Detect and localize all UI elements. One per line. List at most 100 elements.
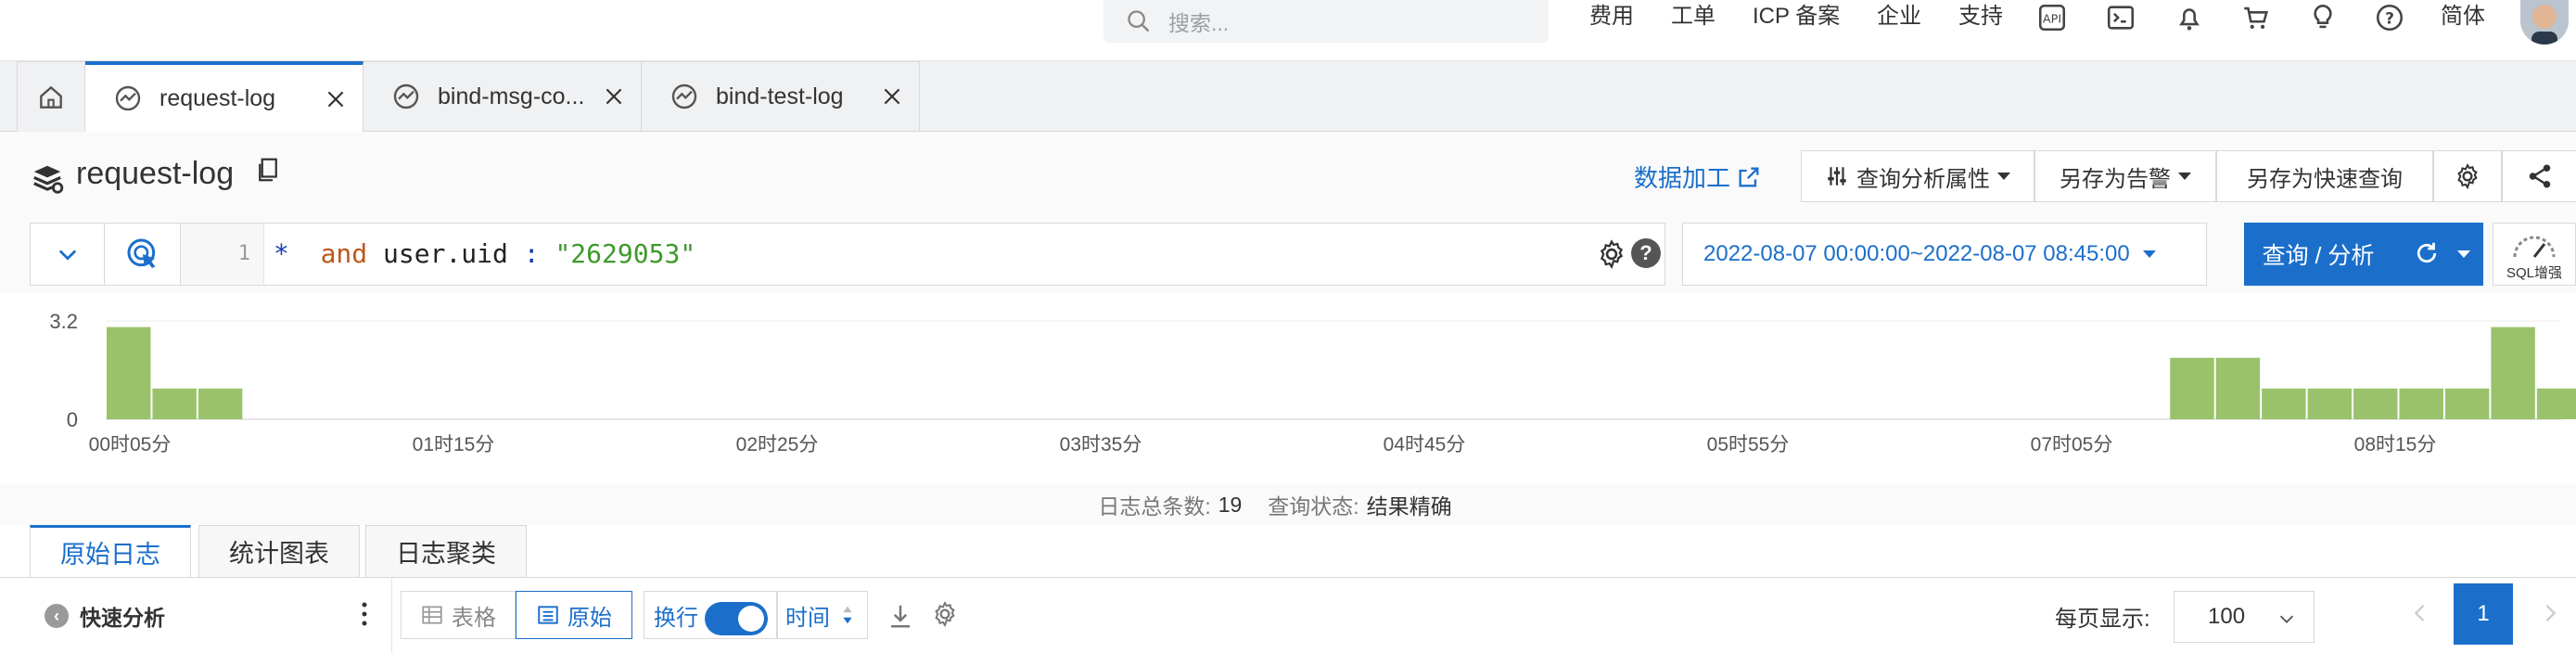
field-picker-button[interactable] (105, 224, 181, 285)
histogram-bar[interactable] (2215, 357, 2261, 419)
chevron-down-icon (2279, 615, 2294, 623)
x-tick-label: 00时05分 (89, 434, 172, 455)
share-button[interactable] (2502, 150, 2576, 202)
gear-icon[interactable] (931, 600, 959, 628)
wrap-switch[interactable] (705, 602, 768, 635)
query-editor[interactable]: 1 * and user.uid : "2629053" ? (30, 223, 1665, 286)
help-icon[interactable]: ? (1631, 238, 1661, 268)
histogram-bar[interactable] (107, 326, 151, 419)
nav-support-link[interactable]: 支持 (1958, 0, 2003, 33)
histogram-bar[interactable] (2353, 388, 2398, 419)
sliders-icon (1828, 167, 1846, 186)
more-icon[interactable] (360, 600, 369, 628)
histogram-bar[interactable] (152, 388, 197, 419)
tab-label: request-log (159, 84, 276, 111)
gear-icon (2457, 163, 2478, 190)
logstore-chart-icon (393, 83, 419, 109)
logstore-chart-icon (671, 83, 697, 109)
chevron-right-icon[interactable] (2537, 600, 2563, 626)
download-icon[interactable] (886, 602, 914, 630)
query-field: user.uid (383, 238, 508, 269)
lightbulb-icon[interactable] (2307, 2, 2339, 33)
histogram-bar[interactable] (2536, 388, 2576, 419)
tab-bind-msg[interactable]: bind-msg-co... (363, 61, 642, 132)
collapse-toggle[interactable] (31, 224, 105, 285)
cart-icon[interactable] (2240, 2, 2272, 33)
query-props-button[interactable]: 查询分析属性 (1801, 150, 2034, 202)
x-tick-label: 03时35分 (1060, 434, 1142, 455)
close-icon[interactable] (324, 87, 348, 111)
chevron-down-icon[interactable] (2457, 250, 2470, 258)
nav-icp-link[interactable]: ICP 备案 (1753, 0, 1840, 33)
global-search[interactable]: 搜索... (1103, 0, 1549, 43)
table-view-label: 表格 (452, 605, 496, 631)
bell-icon[interactable] (2174, 2, 2205, 33)
save-alert-label: 另存为告警 (2060, 166, 2171, 192)
result-summary: 日志总条数: 19 查询状态: 结果精确 (0, 484, 2576, 525)
data-process-label: 数据加工 (1634, 164, 1731, 192)
query-value: "2629053" (555, 238, 696, 269)
save-quick-query-button[interactable]: 另存为快速查询 (2216, 150, 2433, 202)
close-icon[interactable] (880, 84, 904, 109)
svg-text:?: ? (2385, 9, 2394, 28)
nav-ticket-link[interactable]: 工单 (1671, 0, 1715, 33)
query-keyword: and (320, 238, 368, 269)
quick-analysis-toggle[interactable]: ‹ 快速分析 (45, 600, 165, 632)
home-tab[interactable] (17, 61, 85, 132)
sort-icon (843, 606, 852, 624)
time-sort-button[interactable]: 时间 (777, 591, 868, 639)
x-tick-label: 05时55分 (1707, 434, 1790, 455)
nav-billing-link[interactable]: 费用 (1589, 0, 1634, 33)
tab-log-clustering[interactable]: 日志聚类 (365, 525, 527, 577)
table-icon (422, 606, 442, 624)
gear-icon[interactable] (1596, 238, 1627, 270)
table-view-button[interactable]: 表格 (401, 591, 516, 639)
save-alert-button[interactable]: 另存为告警 (2034, 150, 2216, 202)
tab-request-log[interactable]: request-log (85, 61, 363, 133)
avatar[interactable] (2520, 0, 2569, 45)
language-switch[interactable]: 简体 (2441, 0, 2485, 33)
svg-text:API: API (2043, 13, 2061, 27)
chevron-down-icon (2178, 173, 2191, 180)
log-histogram[interactable]: 3.2 0 00时05分 01时15分 02时25分 03时35分 04时45分 05时5… (30, 297, 2576, 484)
settings-button[interactable] (2433, 150, 2502, 202)
api-icon[interactable]: API (2036, 2, 2068, 33)
time-range-picker[interactable]: 2022-08-07 00:00:00~2022-08-07 08:45:00 (1682, 223, 2207, 286)
search-placeholder: 搜索... (1168, 11, 1230, 35)
tab-charts[interactable]: 统计图表 (198, 525, 360, 577)
histogram-bar[interactable] (2491, 326, 2535, 419)
share-icon (2529, 164, 2550, 188)
histogram-bar[interactable] (2262, 388, 2306, 419)
query-colon: : (523, 238, 540, 269)
tab-raw-logs[interactable]: 原始日志 (30, 525, 191, 577)
histogram-bar[interactable] (198, 388, 243, 419)
tab-label: bind-test-log (716, 83, 844, 109)
help-icon[interactable]: ? (2374, 2, 2405, 33)
tab-bind-test-log[interactable]: bind-test-log (642, 61, 920, 132)
data-process-link[interactable]: 数据加工 (1634, 160, 1762, 194)
histogram-bar[interactable] (2444, 388, 2490, 419)
terminal-icon[interactable] (2105, 2, 2136, 33)
histogram-bar[interactable] (2170, 357, 2214, 419)
chevron-left-icon[interactable] (2407, 600, 2433, 626)
x-tick-label: 04时45分 (1384, 434, 1466, 455)
page-number-current[interactable]: 1 (2454, 583, 2513, 645)
time-sort-label: 时间 (785, 605, 830, 631)
raw-view-label: 原始 (567, 605, 612, 631)
nav-enterprise-link[interactable]: 企业 (1877, 0, 1921, 33)
refresh-icon[interactable] (2413, 239, 2441, 267)
query-text[interactable]: * and user.uid : "2629053" (274, 224, 695, 285)
copy-icon[interactable] (254, 154, 282, 186)
per-page-label: 每页显示: (2055, 607, 2150, 632)
raw-view-button[interactable]: 原始 (516, 591, 632, 639)
x-tick-label: 07时05分 (2031, 434, 2113, 455)
histogram-bar[interactable] (2307, 388, 2353, 419)
total-count-value: 19 (1218, 492, 1243, 517)
histogram-bar[interactable] (2399, 388, 2443, 419)
per-page-value: 100 (2208, 604, 2246, 629)
search-analyze-button[interactable]: 查询 / 分析 (2244, 223, 2483, 286)
close-icon[interactable] (602, 84, 626, 109)
sql-boost-button[interactable]: SQL增强 (2493, 223, 2576, 286)
per-page-select[interactable]: 100 (2174, 591, 2315, 643)
list-icon (538, 606, 558, 624)
